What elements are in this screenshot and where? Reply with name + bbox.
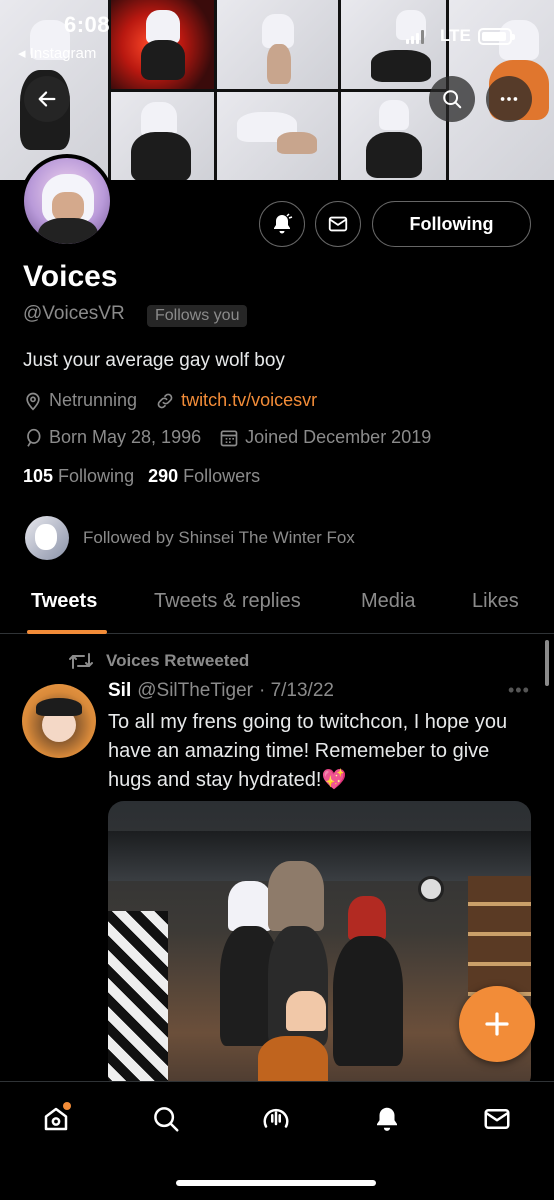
profile-handle: @VoicesVR: [23, 303, 125, 324]
tweet-header: Sil @SilTheTiger · 7/13/22: [108, 680, 334, 702]
website-item[interactable]: twitch.tv/voicesvr: [155, 390, 317, 411]
status-bar: 6:08 ◂ Instagram LTE: [0, 0, 554, 80]
back-to-app-link[interactable]: ◂ Instagram: [18, 44, 96, 62]
followers-count-link[interactable]: 290 Followers: [148, 466, 260, 487]
location-icon: [26, 392, 40, 411]
banner-tile: [217, 92, 338, 180]
home-notification-dot: [63, 1102, 71, 1110]
scrollbar[interactable]: [545, 640, 549, 686]
profile-avatar[interactable]: [20, 154, 114, 248]
tweet-author-name[interactable]: Sil: [108, 680, 131, 702]
followed-by-text: Followed by Shinsei The Winter Fox: [83, 528, 355, 547]
balloon-icon: [27, 428, 41, 447]
tab-likes[interactable]: Likes: [472, 590, 519, 613]
back-button[interactable]: [24, 76, 70, 122]
website-link[interactable]: twitch.tv/voicesvr: [181, 390, 317, 411]
location-text: Netrunning: [49, 390, 138, 410]
follows-you-badge: Follows you: [147, 305, 248, 327]
more-icon: [500, 97, 518, 101]
retweet-label: Voices Retweeted: [106, 651, 250, 670]
notifications-button[interactable]: [259, 201, 305, 247]
profile-meta-row-1: Netrunning twitch.tv/voicesvr: [23, 390, 335, 411]
following-button[interactable]: Following: [372, 201, 531, 247]
search-icon: [154, 1107, 179, 1132]
birthday-item: Born May 28, 1996: [23, 427, 201, 448]
network-label: LTE: [440, 26, 471, 45]
retweet-label-row: Voices Retweeted: [68, 651, 249, 671]
sparkling-heart-emoji: 💖: [321, 769, 347, 791]
nav-search[interactable]: [149, 1102, 183, 1136]
tweet-text: To all my frens going to twitchcon, I ho…: [108, 708, 528, 795]
banner-tile: [111, 92, 214, 180]
back-arrow-icon: [38, 91, 56, 107]
following-count-link[interactable]: 105 Following: [23, 466, 134, 487]
nav-home[interactable]: [39, 1102, 73, 1136]
active-tab-indicator: [27, 630, 107, 634]
status-time: 6:08: [64, 12, 111, 37]
more-button[interactable]: [486, 76, 532, 122]
mail-icon: [328, 216, 348, 232]
followed-by-row[interactable]: Followed by Shinsei The Winter Fox: [25, 516, 355, 560]
location-item: Netrunning: [23, 390, 137, 411]
birthday-text: Born May 28, 1996: [49, 427, 202, 447]
bell-icon: [274, 213, 293, 234]
tweet-author-handle: @SilTheTiger: [137, 680, 253, 701]
tweet-date: · 7/13/22: [258, 680, 334, 701]
search-button[interactable]: [429, 76, 475, 122]
follower-avatar: [25, 516, 69, 560]
retweet-icon: [69, 653, 93, 669]
tweet-author-avatar[interactable]: [22, 684, 96, 758]
profile-name: Voices: [23, 260, 118, 293]
joined-item: Joined December 2019: [219, 427, 431, 448]
joined-text: Joined December 2019: [245, 427, 432, 447]
tab-tweets[interactable]: Tweets: [31, 590, 97, 613]
tab-tweets-and-replies[interactable]: Tweets & replies: [154, 590, 301, 613]
profile-banner: 6:08 ◂ Instagram LTE: [0, 0, 554, 180]
search-icon: [443, 90, 462, 109]
nav-notifications[interactable]: [370, 1102, 404, 1136]
compose-tweet-button[interactable]: [459, 986, 535, 1062]
profile-meta-row-2: Born May 28, 1996 Joined December 2019: [23, 427, 449, 448]
link-icon: [157, 393, 173, 408]
calendar-icon: [220, 430, 238, 446]
home-indicator[interactable]: [176, 1180, 376, 1186]
profile-tabs: Tweets Tweets & replies Media Likes: [0, 580, 554, 634]
profile-bio: Just your average gay wolf boy: [23, 350, 285, 371]
compose-icon: [485, 1012, 509, 1036]
signal-icon: [406, 30, 424, 44]
mail-icon: [484, 1109, 510, 1129]
tweet-more-button[interactable]: •••: [508, 680, 530, 701]
tab-media[interactable]: Media: [361, 590, 415, 613]
bell-icon: [377, 1107, 397, 1131]
nav-messages[interactable]: [480, 1102, 514, 1136]
message-button[interactable]: [315, 201, 361, 247]
follow-counts: 105 Following 290 Followers: [23, 466, 260, 487]
battery-icon: [478, 28, 515, 45]
spaces-icon: [263, 1108, 289, 1128]
tweet-body: To all my frens going to twitchcon, I ho…: [108, 711, 508, 791]
nav-spaces[interactable]: [259, 1102, 293, 1136]
